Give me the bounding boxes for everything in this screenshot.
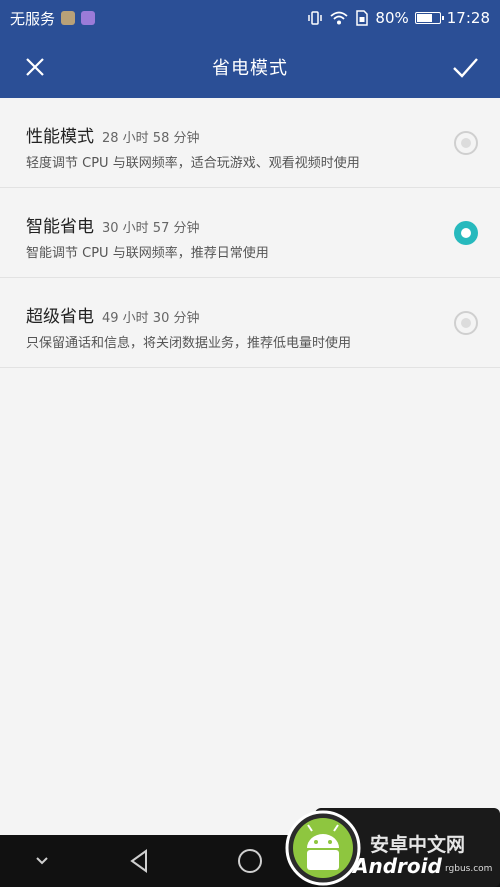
close-icon [26, 58, 44, 76]
watermark-logo: 安卓中文网 Android rgbus.com [285, 808, 500, 887]
mode-title-line: 超级省电 49 小时 30 分钟 [26, 302, 199, 327]
vibrate-icon [308, 11, 323, 25]
hide-nav-button[interactable] [26, 845, 58, 877]
status-bar: 无服务 80% 17:28 [0, 0, 500, 36]
mode-radio[interactable] [454, 221, 478, 245]
close-button[interactable] [18, 50, 52, 84]
confirm-button[interactable] [448, 50, 482, 84]
page-title: 省电模式 [212, 58, 288, 79]
app-notification-icon [81, 11, 96, 25]
watermark-text: rgbus.com [445, 864, 493, 874]
battery-icon [414, 12, 444, 24]
mode-description: 只保留通话和信息，将关闭数据业务，推荐低电量时使用 [26, 336, 352, 351]
mode-name: 性能模式 [26, 127, 94, 147]
mode-name: 智能省电 [26, 217, 94, 237]
clock: 17:28 [446, 9, 490, 27]
home-button[interactable] [234, 845, 266, 877]
mode-list: 性能模式 28 小时 58 分钟 轻度调节 CPU 与联网频率，适合玩游戏、观看视… [0, 98, 500, 368]
mode-description: 智能调节 CPU 与联网频率，推荐日常使用 [26, 246, 269, 261]
mode-name: 超级省电 [26, 307, 94, 327]
mode-duration: 49 小时 30 分钟 [102, 311, 200, 326]
mode-radio[interactable] [454, 131, 478, 155]
watermark-text: Android [353, 854, 442, 878]
status-left: 无服务 [10, 8, 96, 29]
back-icon [130, 849, 147, 873]
wifi-icon [330, 11, 349, 25]
status-right: 80% 17:28 [307, 9, 490, 27]
mode-option-ultra[interactable]: 超级省电 49 小时 30 分钟 只保留通话和信息，将关闭数据业务，推荐低电量时使… [0, 278, 500, 368]
watermark-text: 安卓中文网 [370, 834, 466, 856]
mode-duration: 28 小时 58 分钟 [102, 131, 200, 146]
mode-description: 轻度调节 CPU 与联网频率，适合玩游戏、观看视频时使用 [26, 156, 360, 171]
chevron-down-icon [36, 857, 48, 865]
mode-title-line: 性能模式 28 小时 58 分钟 [26, 122, 199, 147]
home-icon [238, 849, 262, 873]
sim-icon [356, 10, 369, 26]
mode-title-line: 智能省电 30 小时 57 分钟 [26, 212, 199, 237]
check-icon [453, 58, 478, 78]
mode-option-performance[interactable]: 性能模式 28 小时 58 分钟 轻度调节 CPU 与联网频率，适合玩游戏、观看视… [0, 98, 500, 188]
mode-radio[interactable] [454, 311, 478, 335]
screen: 无服务 80% 17:28 省电模式 性能模式 28 小时 58 分钟 轻度调节… [0, 0, 500, 887]
mode-option-smart[interactable]: 智能省电 30 小时 57 分钟 智能调节 CPU 与联网频率，推荐日常使用 [0, 188, 500, 278]
app-notification-icon [61, 11, 76, 25]
carrier-text: 无服务 [10, 9, 56, 28]
back-button[interactable] [124, 845, 156, 877]
app-bar: 省电模式 [0, 36, 500, 98]
battery-percent: 80% [375, 9, 409, 27]
mode-duration: 30 小时 57 分钟 [102, 221, 200, 236]
